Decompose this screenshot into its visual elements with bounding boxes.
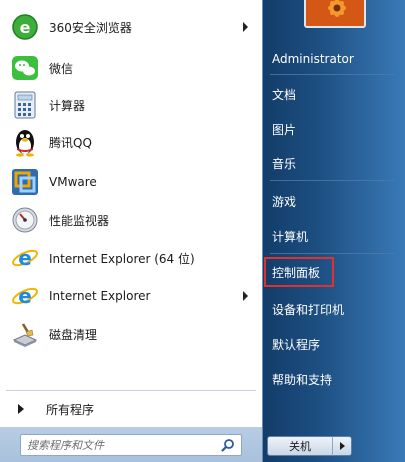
place-games[interactable]: 游戏 [266, 186, 401, 216]
place-computer[interactable]: 计算机 [266, 221, 401, 251]
place-label: 图片 [272, 122, 297, 137]
program-item-vmware[interactable]: VMware [6, 166, 256, 198]
place-music[interactable]: 音乐 [266, 148, 401, 178]
place-documents[interactable]: 文档 [266, 79, 401, 109]
vmware-icon [9, 166, 41, 198]
place-help-and-support[interactable]: 帮助和支持 [266, 364, 401, 394]
program-label: 计算器 [49, 98, 86, 113]
place-default-programs[interactable]: 默认程序 [266, 329, 401, 359]
disk-cleanup-icon [9, 318, 41, 350]
program-item-wechat[interactable]: 微信 [6, 52, 256, 84]
place-label: 设备和打印机 [272, 302, 345, 317]
programs-pane: e 360安全浏览器 微信 计算器 腾讯QQ VMware 性能监视器 e In… [0, 0, 262, 462]
shutdown-label: 关机 [289, 440, 311, 453]
chevron-right-icon [339, 442, 345, 450]
shutdown-options-button[interactable] [332, 436, 352, 456]
program-label: 腾讯QQ [49, 135, 92, 150]
shutdown-button[interactable]: 关机 [267, 436, 333, 456]
place-pictures[interactable]: 图片 [266, 114, 401, 144]
separator [6, 390, 256, 391]
place-label: Administrator [272, 52, 354, 66]
program-item-disk-cleanup[interactable]: 磁盘清理 [6, 318, 256, 350]
expand-arrow-icon [18, 404, 24, 414]
program-label: 性能监视器 [49, 213, 110, 228]
program-label: 微信 [49, 61, 74, 76]
qq-penguin-icon [9, 126, 41, 158]
place-label: 默认程序 [272, 337, 321, 352]
svg-text:e: e [18, 284, 32, 308]
internet-explorer-icon: e [9, 280, 41, 312]
user-flower-picture [306, 0, 364, 26]
wechat-icon [9, 52, 41, 84]
place-label: 文档 [272, 87, 297, 102]
internet-explorer-icon: e [9, 242, 41, 274]
place-label: 音乐 [272, 156, 297, 171]
program-item-qq[interactable]: 腾讯QQ [6, 126, 256, 158]
start-menu: e 360安全浏览器 微信 计算器 腾讯QQ VMware 性能监视器 e In… [0, 0, 405, 462]
svg-text:e: e [18, 246, 32, 270]
program-item-performance-monitor[interactable]: 性能监视器 [6, 204, 256, 236]
all-programs-label: 所有程序 [46, 402, 95, 417]
submenu-arrow-icon[interactable] [243, 22, 248, 32]
search-box[interactable] [20, 434, 242, 456]
submenu-arrow-icon[interactable] [243, 291, 248, 301]
program-label: Internet Explorer (64 位) [49, 251, 195, 266]
place-control-panel[interactable]: 控制面板 [264, 257, 334, 287]
program-label: Internet Explorer [49, 289, 151, 303]
program-item-internet-explorer[interactable]: e Internet Explorer [6, 280, 256, 312]
calculator-icon [9, 89, 41, 121]
place-devices-and-printers[interactable]: 设备和打印机 [266, 294, 401, 324]
separator [270, 180, 395, 181]
place-label: 帮助和支持 [272, 372, 333, 387]
all-programs-button[interactable]: 所有程序 [6, 396, 256, 422]
svg-text:e: e [20, 18, 31, 37]
place-label: 计算机 [272, 229, 309, 244]
program-label: 360安全浏览器 [49, 20, 132, 35]
program-label: 磁盘清理 [49, 327, 98, 342]
program-item-calculator[interactable]: 计算器 [6, 89, 256, 121]
separator [270, 253, 395, 254]
program-label: VMware [49, 175, 97, 189]
search-input[interactable] [27, 436, 217, 454]
place-label: 控制面板 [272, 265, 321, 280]
place-administrator[interactable]: Administrator [266, 44, 401, 74]
program-item-360-browser[interactable]: e 360安全浏览器 [6, 11, 256, 43]
separator [270, 74, 395, 75]
performance-monitor-icon [9, 204, 41, 236]
search-icon[interactable] [221, 438, 235, 452]
user-picture[interactable] [304, 0, 366, 28]
program-item-internet-explorer-64[interactable]: e Internet Explorer (64 位) [6, 242, 256, 274]
place-label: 游戏 [272, 194, 297, 209]
360-browser-icon: e [9, 11, 41, 43]
places-pane: Administrator 文档 图片 音乐 游戏 计算机 控制面板 设备和打印… [262, 0, 405, 462]
